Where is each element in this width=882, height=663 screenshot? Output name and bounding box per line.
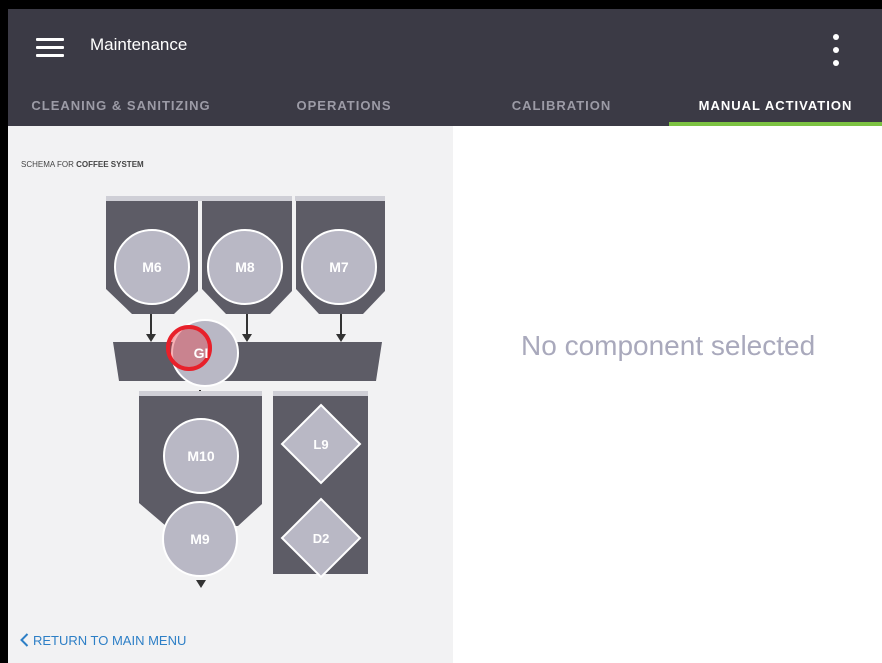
component-m10[interactable]: M10 xyxy=(163,418,239,494)
hopper-top-cap xyxy=(295,196,385,201)
component-m7[interactable]: M7 xyxy=(301,229,377,305)
coffee-system-schema: M6 M8 M7 GI M10 M9 L9 D2 xyxy=(106,196,385,588)
component-label-m10: M10 xyxy=(187,448,214,464)
return-link-label: RETURN TO MAIN MENU xyxy=(33,633,187,648)
schema-panel: SCHEMA FOR COFFEE SYSTEM M6 M8 M7 GI M10… xyxy=(8,126,453,663)
tab-bar: CLEANING & SANITIZING OPERATIONS CALIBRA… xyxy=(8,87,882,126)
app-window: Maintenance CLEANING & SANITIZING OPERAT… xyxy=(8,9,882,663)
brewer-top-cap xyxy=(139,391,262,396)
grinder-bar xyxy=(113,342,382,381)
tab-manual-activation[interactable]: MANUAL ACTIVATION xyxy=(669,87,882,126)
tab-calibration[interactable]: CALIBRATION xyxy=(454,87,669,126)
component-m8[interactable]: M8 xyxy=(207,229,283,305)
component-label-m6: M6 xyxy=(142,259,162,275)
component-label-m9: M9 xyxy=(190,531,210,547)
dispenser-top-cap xyxy=(273,391,368,396)
app-title: Maintenance xyxy=(90,35,188,54)
component-detail-panel: No component selected xyxy=(453,126,882,663)
more-vert-icon[interactable] xyxy=(824,31,848,69)
component-m9[interactable]: M9 xyxy=(162,501,238,577)
component-label-m8: M8 xyxy=(235,259,255,275)
chevron-left-icon xyxy=(20,633,29,647)
app-bar: Maintenance CLEANING & SANITIZING OPERAT… xyxy=(8,9,882,126)
tab-cleaning-sanitizing[interactable]: CLEANING & SANITIZING xyxy=(8,87,234,126)
return-to-main-menu-link[interactable]: RETURN TO MAIN MENU xyxy=(20,633,186,648)
component-m6[interactable]: M6 xyxy=(114,229,190,305)
tab-operations[interactable]: OPERATIONS xyxy=(234,87,454,126)
component-label-gi: GI xyxy=(194,345,209,361)
component-label-l9: L9 xyxy=(313,437,328,452)
component-label-m7: M7 xyxy=(329,259,349,275)
hopper-top-cap xyxy=(106,196,292,201)
outlet-arrow xyxy=(196,580,206,588)
empty-state-message: No component selected xyxy=(521,330,816,361)
component-label-d2: D2 xyxy=(313,531,330,546)
menu-icon[interactable] xyxy=(30,33,70,63)
